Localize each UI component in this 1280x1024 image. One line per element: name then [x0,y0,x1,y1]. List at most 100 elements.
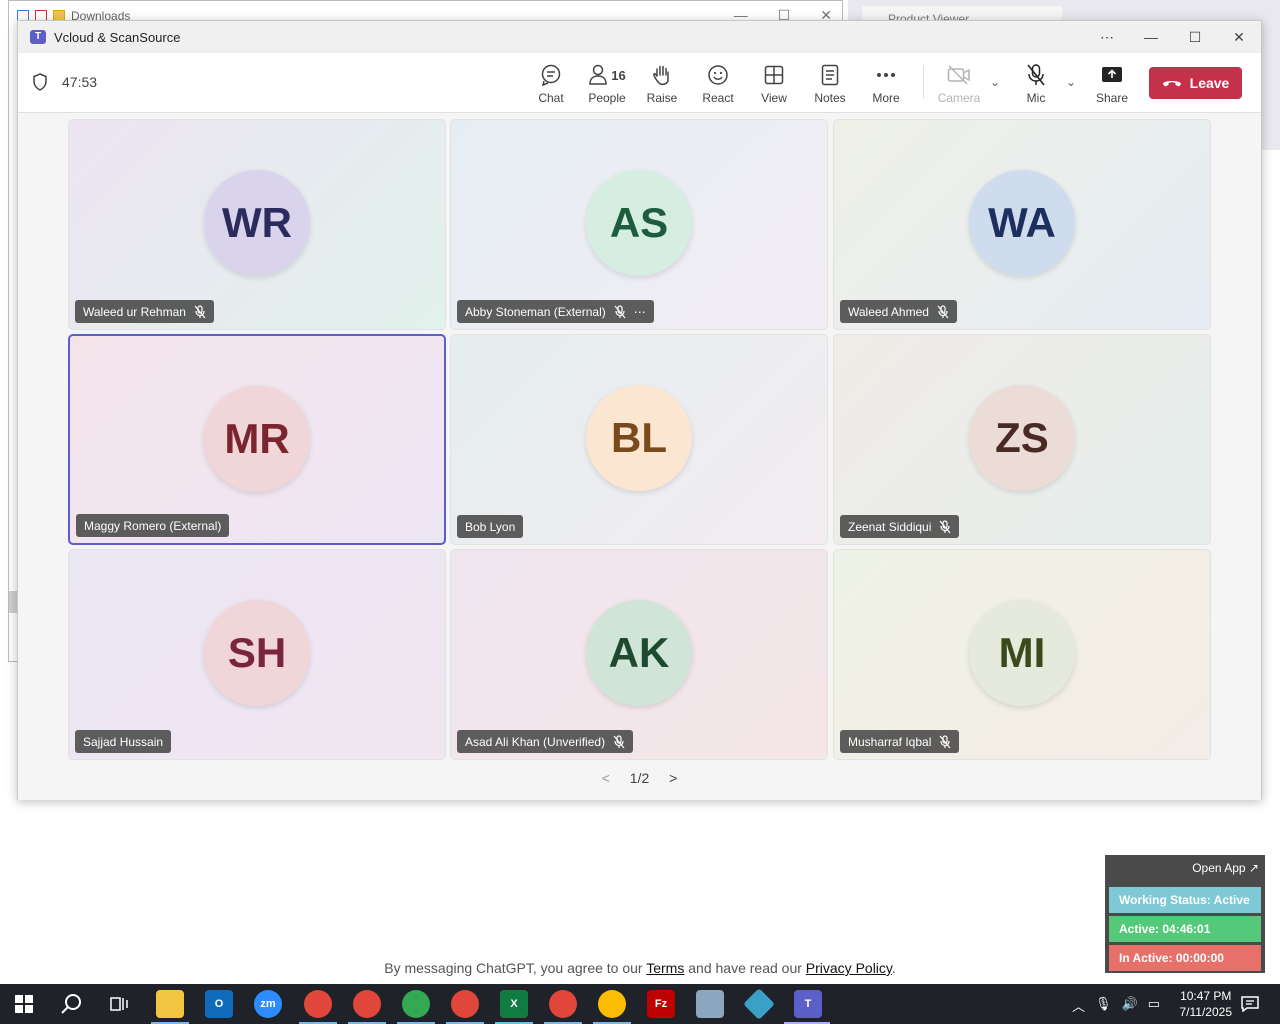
excel-icon[interactable]: X [500,990,528,1018]
view-label: View [761,91,787,105]
title-bar: T Vcloud & ScanSource [18,21,1261,53]
notes-button[interactable]: Notes [802,63,858,105]
more-options-icon[interactable]: ⋯ [1085,21,1129,53]
participant-tile[interactable]: MI Musharraf Iqbal [833,549,1211,760]
participant-tile[interactable]: WR Waleed ur Rehman [68,119,446,330]
react-label: React [702,91,734,105]
participant-tile[interactable]: MR Maggy Romero (External) [68,334,446,545]
mic-off-icon [1027,64,1045,86]
teams-icon[interactable]: T [794,990,822,1018]
microphone-icon[interactable]: 🎙 [1095,996,1112,1015]
chrome-icon[interactable] [304,990,332,1018]
mic-muted-icon [939,734,951,748]
share-button[interactable]: Share [1084,63,1140,105]
task-view-icon[interactable] [106,990,134,1018]
participant-name: Sajjad Hussain [83,734,164,749]
meeting-timer: 47:53 [62,74,98,90]
minimize-icon[interactable]: — [1129,21,1173,53]
windows-start-icon[interactable] [10,990,38,1018]
share-label: Share [1095,91,1129,105]
raise-hand-button[interactable]: Raise [634,63,690,105]
people-button[interactable]: 16 People [578,63,636,105]
mic-muted-icon [613,734,625,748]
file-explorer-icon[interactable] [156,990,184,1018]
participant-tile[interactable]: SH Sajjad Hussain [68,549,446,760]
camera-off-icon [947,65,970,85]
meeting-toolbar: 47:53 Chat 16 People Raise React View No… [18,53,1261,113]
participant-tile[interactable]: AS Abby Stoneman (External) ⋯ [450,119,828,330]
camera-button[interactable]: Camera [931,63,987,105]
participant-name: Musharraf Iqbal [848,734,932,749]
chat-button[interactable]: Chat [523,63,579,105]
chat-icon [541,64,561,86]
search-icon[interactable] [58,990,86,1018]
participant-name: Zeenat Siddiqui [848,519,932,534]
inactive-time-row: In Active: 00:00:00 [1109,945,1261,971]
participant-name: Bob Lyon [465,519,516,534]
previous-page-icon[interactable]: < [602,770,610,786]
participant-avatar: AS [586,170,692,276]
raise-label: Raise [646,91,678,105]
participant-name: Waleed ur Rehman [83,304,186,319]
phone-hangup-icon [1162,81,1181,87]
leave-label: Leave [1189,75,1230,91]
privacy-policy-link[interactable]: Privacy Policy [806,960,892,976]
open-app-link[interactable]: Open App ↗ [1192,861,1259,875]
network-icon[interactable]: ▭ [1148,996,1160,1015]
people-count: 16 [611,67,626,83]
participant-tile[interactable]: WA Waleed Ahmed [833,119,1211,330]
calculator-icon[interactable] [696,990,724,1018]
participant-nametag: Bob Lyon [457,515,524,538]
notifications-icon[interactable] [1236,990,1264,1018]
more-button[interactable]: More [858,63,914,105]
mic-options-chevron-icon[interactable]: ⌄ [1066,75,1076,89]
toolbar-divider [923,65,924,99]
clock[interactable]: 10:47 PM 7/11/2025 [1180,988,1233,1020]
view-button[interactable]: View [746,63,802,105]
participant-name: Asad Ali Khan (Unverified) [465,734,606,749]
notes-label: Notes [814,91,846,105]
participant-tile[interactable]: ZS Zeenat Siddiqui [833,334,1211,545]
next-page-icon[interactable]: > [669,770,677,786]
mic-muted-icon [614,304,626,318]
pager: < 1/2 > [18,770,1261,786]
chrome-profile-icon[interactable] [549,990,577,1018]
close-icon[interactable]: ✕ [1217,21,1261,53]
camera-options-chevron-icon[interactable]: ⌄ [990,75,1000,89]
system-tray: ︿ 🎙 🔊 ▭ [1072,996,1160,1015]
mic-button[interactable]: Mic [1008,63,1064,105]
filezilla-icon[interactable]: Fz [647,990,675,1018]
react-button[interactable]: React [690,63,746,105]
outlook-icon[interactable]: O [205,990,233,1018]
participant-nametag: Abby Stoneman (External) ⋯ [457,300,654,323]
teams-meeting-window: T Vcloud & ScanSource ⋯ — ☐ ✕ 47:53 Chat… [17,20,1262,800]
chrome-profile-icon[interactable] [353,990,381,1018]
clock-date: 7/11/2025 [1179,1005,1233,1019]
participant-avatar: AK [586,600,692,706]
participant-tile[interactable]: BL Bob Lyon [450,334,828,545]
working-status-widget: Open App ↗ Working Status: Active Active… [1105,855,1265,973]
participant-more-icon[interactable]: ⋯ [634,305,646,319]
chrome-profile-icon[interactable] [402,990,430,1018]
leave-button[interactable]: Leave [1149,67,1242,99]
maximize-icon[interactable]: ☐ [1173,21,1217,53]
participant-nametag: Sajjad Hussain [75,730,172,753]
zoom-icon[interactable]: zm [254,990,282,1018]
consent-text: By messaging ChatGPT, you agree to our T… [0,960,1280,976]
page-indicator: 1/2 [629,770,650,786]
participant-nametag: Asad Ali Khan (Unverified) [457,730,634,753]
participant-tile[interactable]: AK Asad Ali Khan (Unverified) [450,549,828,760]
participant-avatar: SH [204,600,310,706]
terms-link[interactable]: Terms [646,960,684,976]
people-label: People [588,91,626,105]
participant-nametag: Waleed Ahmed [840,300,957,323]
volume-icon[interactable]: 🔊 [1122,996,1138,1015]
chrome-profile-icon[interactable] [598,990,626,1018]
video-grid: WR Waleed ur Rehman AS Abby Stoneman (Exter… [18,114,1261,800]
camera-label: Camera [937,91,981,105]
active-time-row: Active: 04:46:01 [1109,916,1261,942]
chrome-profile-icon[interactable] [451,990,479,1018]
app-diamond-icon[interactable] [743,988,775,1020]
mic-label: Mic [1026,91,1046,105]
chevron-up-icon[interactable]: ︿ [1072,996,1085,1015]
